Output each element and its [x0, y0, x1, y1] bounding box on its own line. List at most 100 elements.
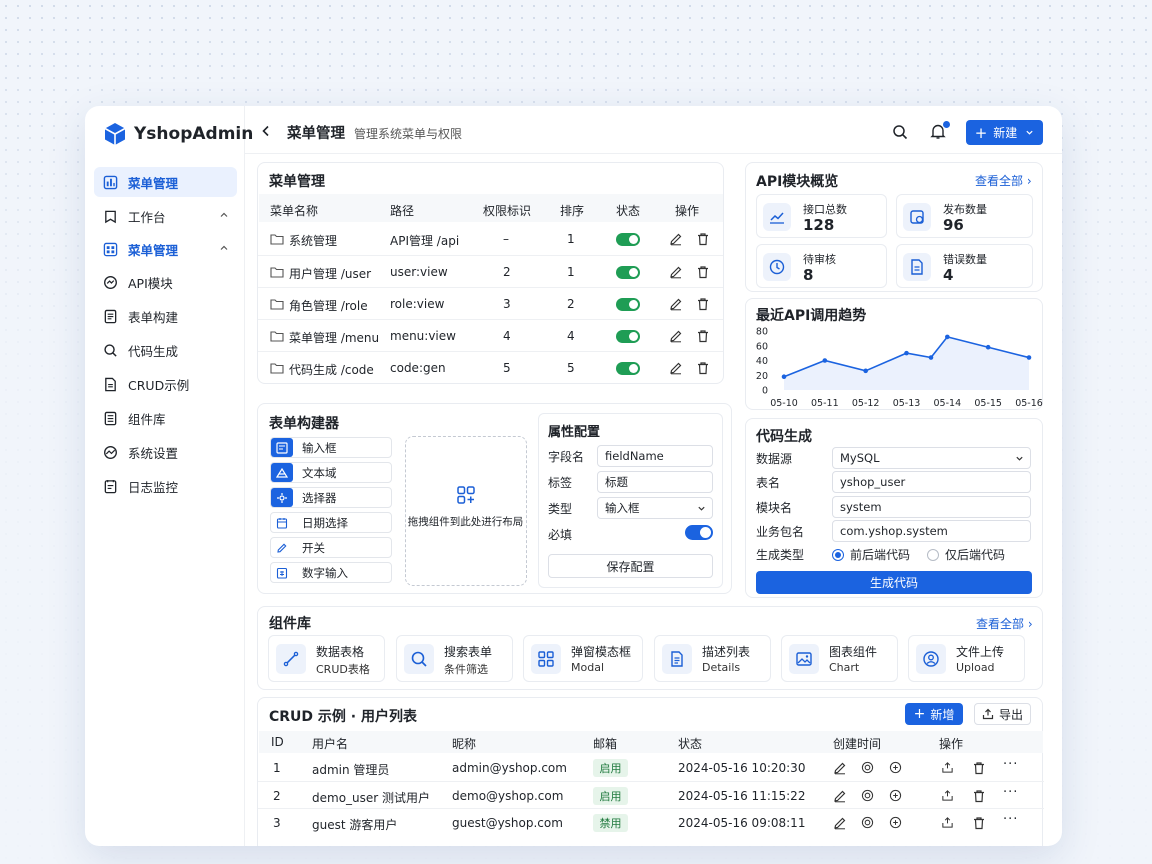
generate-code-button[interactable]: 生成代码	[756, 571, 1032, 594]
table-row[interactable]: 3 guest 游客用户 guest@yshop.com 禁用 2024-05-16 0…	[258, 808, 1044, 835]
new-button[interactable]: + 新建	[966, 120, 1043, 145]
chevron-up-icon[interactable]	[219, 243, 229, 253]
library-item-modal[interactable]: 弹窗模态框 Modal	[523, 635, 643, 682]
status-toggle[interactable]	[616, 233, 640, 246]
sidebar-item-form[interactable]: 表单构建	[94, 301, 237, 331]
sidebar-item-components[interactable]: 组件库	[94, 403, 237, 433]
palette-item[interactable]: 数字输入	[270, 562, 392, 583]
library-item-sub: Chart	[829, 661, 860, 674]
package-input[interactable]: com.yshop.system	[832, 520, 1031, 542]
module-input[interactable]: system	[832, 496, 1031, 518]
table-row[interactable]: 菜单管理 /menu menu:view 4 4	[258, 319, 723, 351]
view-all-link[interactable]: 查看全部 ›	[975, 172, 1032, 189]
required-toggle[interactable]	[685, 525, 713, 540]
sidebar-item-crud[interactable]: CRUD示例	[94, 369, 237, 399]
edit-icon[interactable]	[833, 789, 847, 806]
trash-icon[interactable]	[972, 789, 986, 806]
palette-item[interactable]: 开关	[270, 537, 392, 558]
view-icon[interactable]	[861, 816, 874, 832]
trash-icon[interactable]	[696, 361, 710, 378]
library-item-search-form[interactable]: 搜索表单 条件筛选	[396, 635, 513, 682]
table-line-icon	[283, 651, 299, 667]
datasource-select[interactable]: MySQL	[832, 447, 1031, 469]
edit-icon[interactable]	[833, 816, 847, 833]
table-row[interactable]: 用户管理 /user user:view 2 1	[258, 255, 723, 287]
view-icon[interactable]	[861, 789, 874, 805]
more-icon[interactable]: ···	[1003, 757, 1018, 772]
drop-zone[interactable]: 拖拽组件到此处进行布局	[405, 436, 527, 586]
search-icon[interactable]	[892, 124, 908, 140]
edit-icon[interactable]	[669, 265, 683, 282]
save-config-button[interactable]: 保存配置	[548, 554, 713, 578]
upload-icon[interactable]	[941, 816, 954, 832]
x-tick-label: 05-11	[811, 398, 839, 409]
trash-icon[interactable]	[696, 265, 710, 282]
save-config-label: 保存配置	[606, 559, 655, 574]
library-item-details[interactable]: 描述列表 Details	[654, 635, 771, 682]
palette-item[interactable]: 日期选择	[270, 512, 392, 533]
label-input[interactable]: 标题	[597, 471, 713, 493]
table-name-input[interactable]: yshop_user	[832, 471, 1031, 493]
library-item-chart[interactable]: 图表组件 Chart	[781, 635, 898, 682]
export-button[interactable]: 导出	[974, 703, 1031, 725]
chevron-up-icon[interactable]	[219, 210, 229, 220]
add-circle-icon[interactable]	[889, 789, 902, 805]
edit-icon[interactable]	[669, 297, 683, 314]
status-toggle[interactable]	[616, 266, 640, 279]
sidebar-item-logs[interactable]: 日志监控	[94, 471, 237, 501]
add-circle-icon[interactable]	[889, 761, 902, 777]
sidebar-item-settings[interactable]: 系统设置	[94, 437, 237, 467]
back-arrow-icon[interactable]	[261, 125, 271, 137]
api-icon	[104, 275, 117, 289]
trash-icon[interactable]	[696, 329, 710, 346]
x-tick-label: 05-15	[974, 398, 1002, 409]
sidebar-item-dashboard[interactable]: 菜单管理	[94, 167, 237, 197]
upload-icon[interactable]	[941, 761, 954, 777]
palette-item[interactable]: 选择器	[270, 487, 392, 508]
table-row[interactable]: 系统管理 API管理 /api – 1	[258, 223, 723, 255]
table-header	[259, 731, 1043, 753]
menu-perm: 4	[503, 329, 511, 343]
trend-point	[985, 344, 991, 350]
type-select[interactable]: 输入框	[597, 497, 713, 519]
table-row[interactable]: 角色管理 /role role:view 3 2	[258, 287, 723, 319]
edit-icon[interactable]	[669, 361, 683, 378]
search-icon	[411, 651, 427, 667]
more-icon[interactable]: ···	[1003, 785, 1018, 800]
chevron-down-icon	[1016, 456, 1023, 461]
trash-icon[interactable]	[972, 816, 986, 833]
view-all-link[interactable]: 查看全部 ›	[976, 615, 1033, 632]
sidebar-item-api[interactable]: API模块	[94, 267, 237, 297]
stat-value: 8	[803, 266, 814, 284]
brand-logo[interactable]: YshopAdmin	[103, 122, 253, 146]
status-toggle[interactable]	[616, 298, 640, 311]
view-icon[interactable]	[861, 761, 874, 777]
library-item-table[interactable]: 数据表格 CRUD表格	[268, 635, 385, 682]
palette-item[interactable]: 文本域	[270, 462, 392, 483]
sidebar-item-workbench[interactable]: 工作台	[94, 201, 237, 231]
edit-icon[interactable]	[669, 232, 683, 249]
status-toggle[interactable]	[616, 330, 640, 343]
status-toggle[interactable]	[616, 362, 640, 375]
add-circle-icon[interactable]	[889, 816, 902, 832]
edit-icon[interactable]	[669, 329, 683, 346]
trash-icon[interactable]	[696, 232, 710, 249]
sidebar-item-menu[interactable]: 菜单管理	[94, 234, 237, 264]
library-icon-box	[276, 644, 306, 674]
field-name-input[interactable]: fieldName	[597, 445, 713, 467]
table-row[interactable]: 代码生成 /code code:gen 5 5	[258, 351, 723, 383]
add-button[interactable]: + 新增	[905, 703, 963, 725]
datasource-label: 数据源	[756, 452, 793, 466]
trash-icon[interactable]	[696, 297, 710, 314]
palette-item[interactable]: 输入框	[270, 437, 392, 458]
edit-icon[interactable]	[833, 761, 847, 778]
library-item-upload[interactable]: 文件上传 Upload	[908, 635, 1025, 682]
radio-backend[interactable]: 仅后端代码	[927, 546, 1005, 563]
sidebar-item-codegen[interactable]: 代码生成	[94, 335, 237, 365]
trash-icon[interactable]	[972, 761, 986, 778]
radio-fullstack[interactable]: 前后端代码	[832, 546, 910, 563]
table-row[interactable]: 1 admin 管理员 admin@yshop.com 启用 2024-05-16 10…	[258, 754, 1044, 781]
upload-icon[interactable]	[941, 789, 954, 805]
more-icon[interactable]: ···	[1003, 812, 1018, 827]
table-row[interactable]: 2 demo_user 测试用户 demo@yshop.com 启用 2024-05-1…	[258, 781, 1044, 808]
